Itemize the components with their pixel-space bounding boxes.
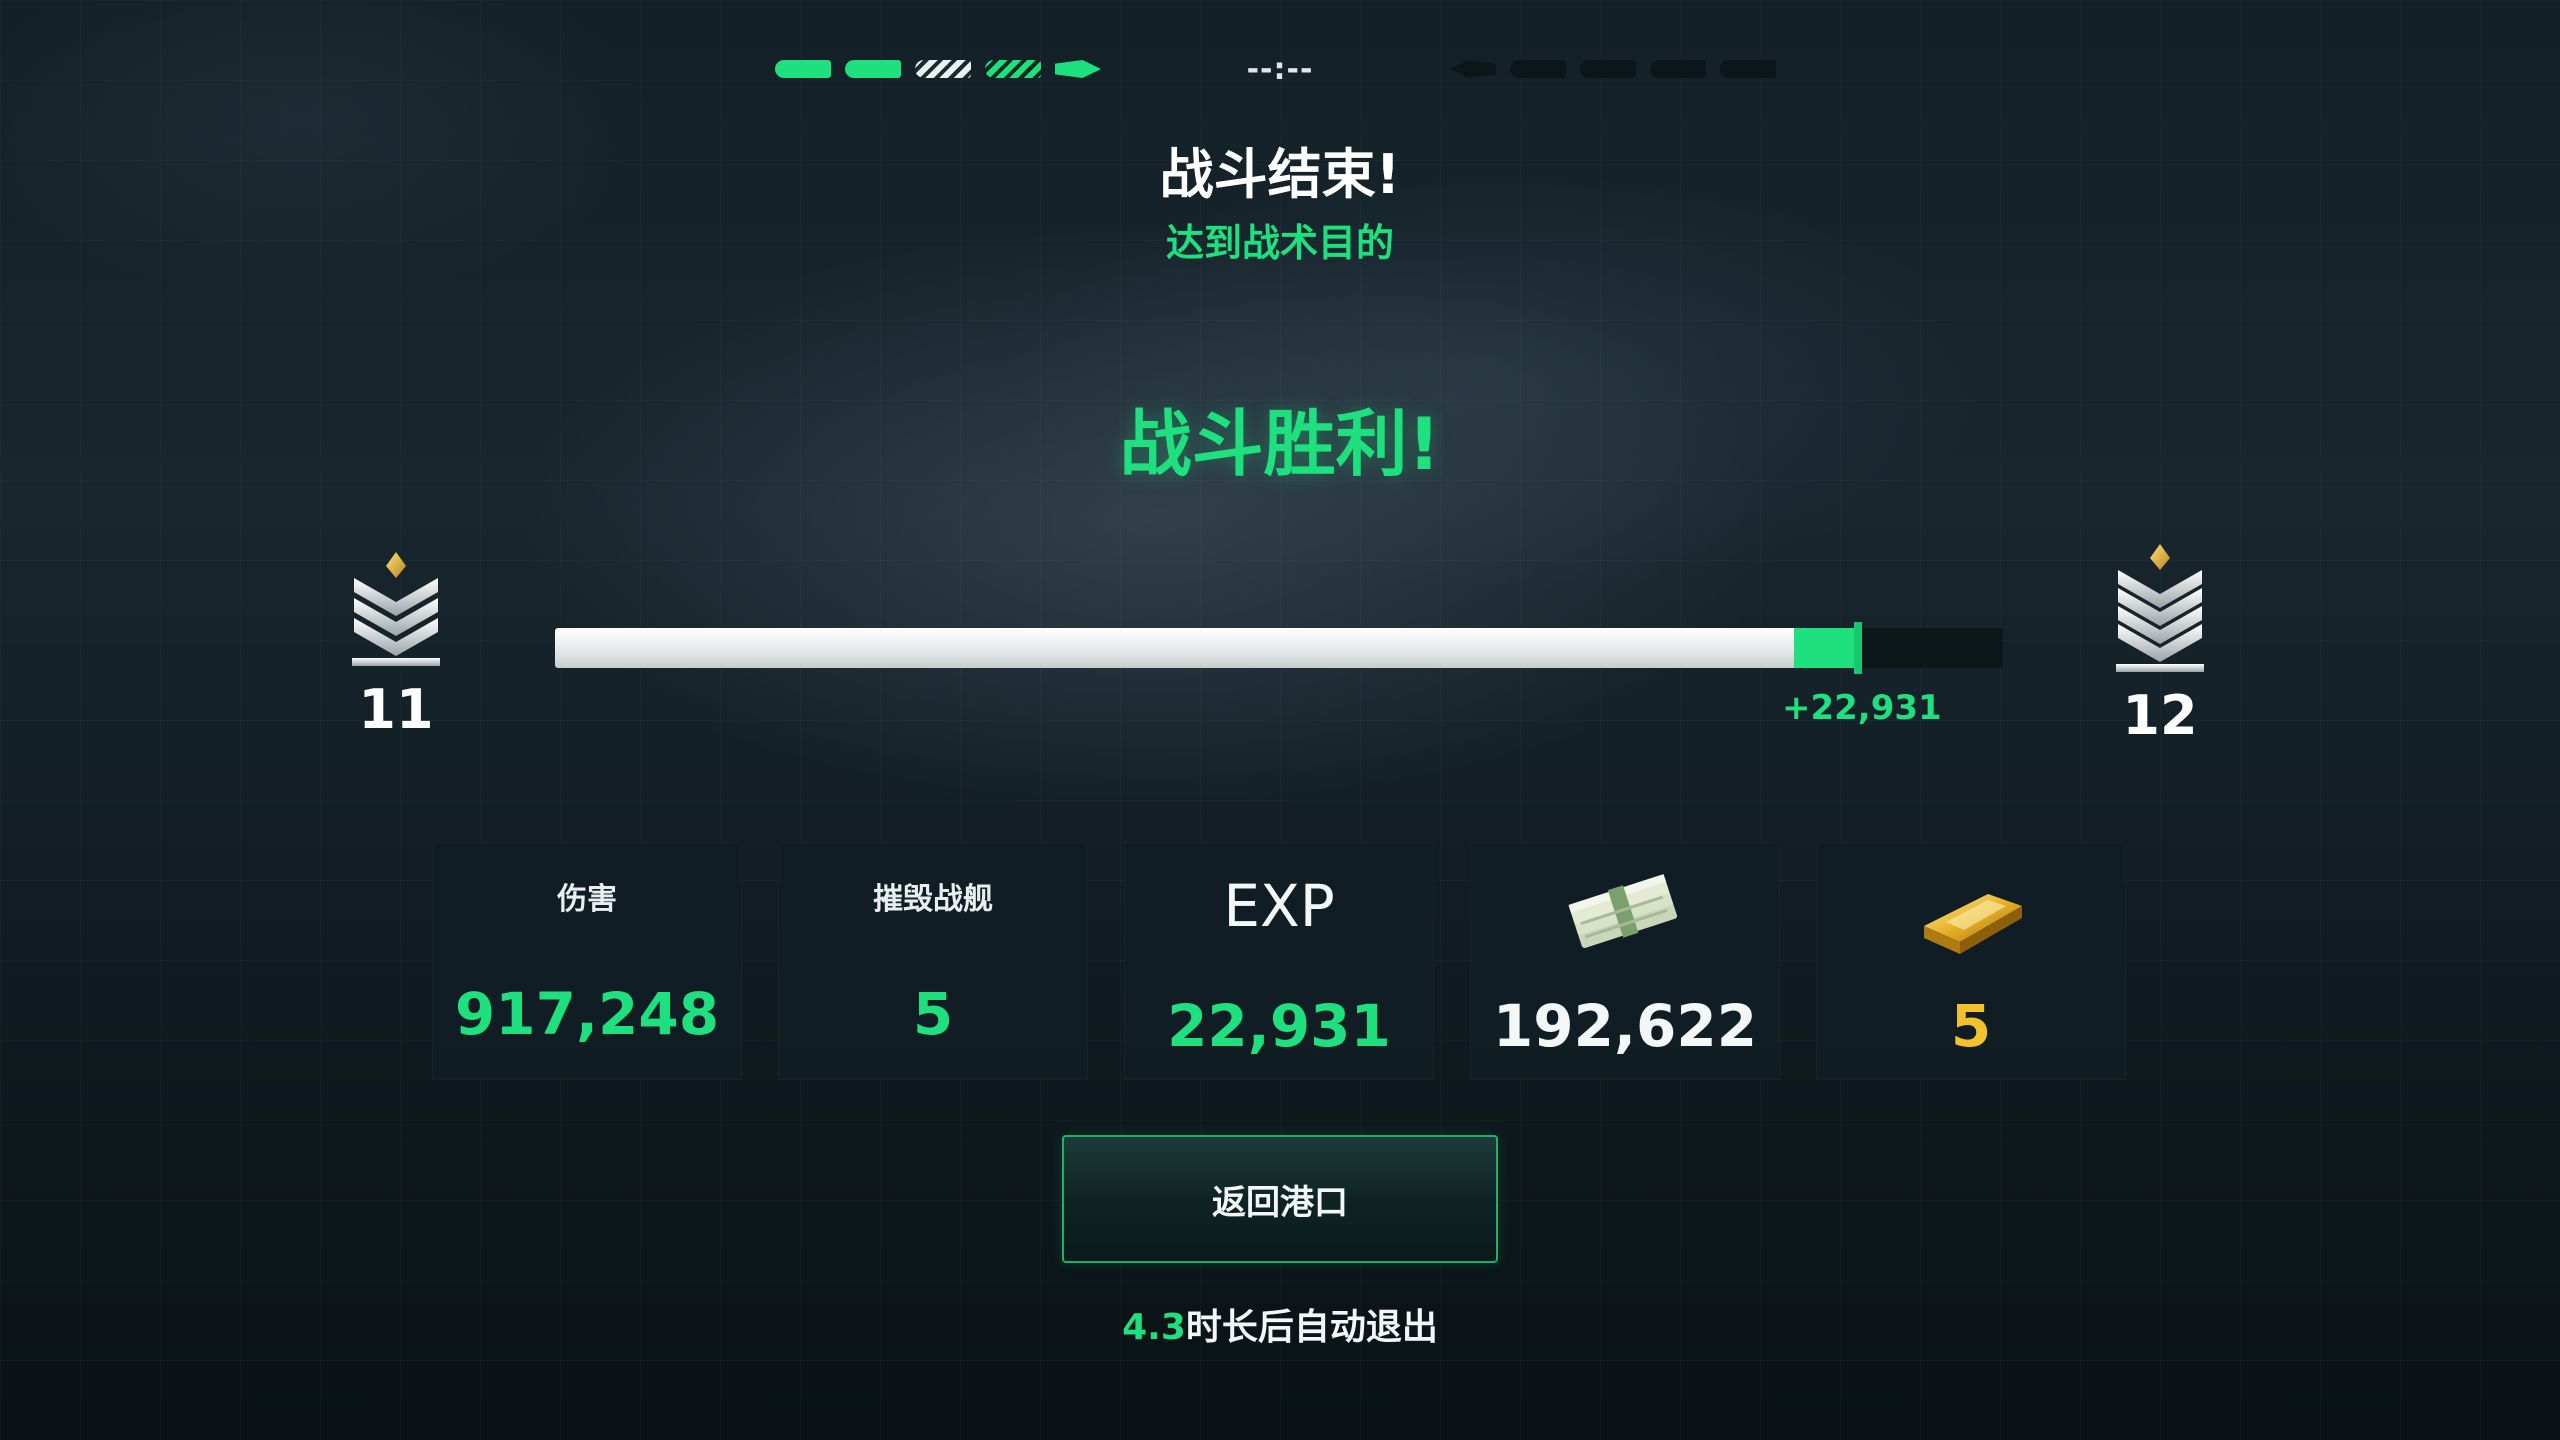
kills-card: 摧毁战舰 5 <box>778 842 1088 1080</box>
enemy-fleet-status <box>1450 60 1776 78</box>
current-rank: 11 <box>336 548 456 741</box>
enemy-ship-indicator <box>1450 60 1496 78</box>
ally-fleet-status <box>775 60 1101 78</box>
ally-ship-indicator <box>775 60 831 78</box>
enemy-ship-indicator <box>1510 60 1566 78</box>
auto-exit-notice: 4.3时长后自动退出 <box>0 1298 2560 1350</box>
exp-progress-marker <box>1854 622 1863 674</box>
gold-bar-icon <box>1924 894 2022 954</box>
victory-title: 战斗胜利! <box>1119 402 1441 486</box>
return-to-port-button[interactable]: 返回港口 <box>1062 1135 1498 1263</box>
enemy-ship-indicator <box>1650 60 1706 78</box>
ally-ship-indicator <box>985 60 1041 78</box>
ally-ship-indicator <box>845 60 901 78</box>
exp-card: EXP 22,931 <box>1124 842 1434 1080</box>
exp-progress-previous <box>555 628 1795 668</box>
kills-value: 5 <box>912 980 954 1048</box>
exp-gain-label: +22,931 <box>1782 688 1942 728</box>
ally-ship-indicator <box>1055 60 1101 78</box>
money-value: 192,622 <box>1492 992 1758 1060</box>
enemy-ship-indicator <box>1720 60 1776 78</box>
enemy-ship-indicator <box>1580 60 1636 78</box>
damage-label: 伤害 <box>557 882 617 917</box>
current-rank-level: 11 <box>358 678 434 741</box>
battle-timer: --:-- <box>1246 52 1314 87</box>
next-rank-level: 12 <box>2122 684 2198 747</box>
next-rank: 12 <box>2100 540 2220 747</box>
battle-over-title: 战斗结束! <box>1159 143 1401 206</box>
ally-ship-indicator <box>915 60 971 78</box>
chevron-rank-insignia-icon <box>2116 544 2204 672</box>
auto-exit-seconds: 4.3 <box>1122 1307 1186 1348</box>
gold-card: 5 <box>1816 842 2126 1080</box>
exp-label: EXP <box>1223 872 1335 940</box>
auto-exit-text: 时长后自动退出 <box>1185 1307 1438 1348</box>
reward-cards: 伤害 917,248 摧毁战舰 5 EXP 22,931 192,622 5 <box>432 842 2126 1080</box>
kills-label: 摧毁战舰 <box>873 882 993 917</box>
money-card: 192,622 <box>1470 842 1780 1080</box>
exp-progress-bar <box>555 622 2003 674</box>
damage-value: 917,248 <box>454 980 720 1048</box>
exp-value: 22,931 <box>1167 992 1391 1060</box>
damage-card: 伤害 917,248 <box>432 842 742 1080</box>
objective-status: 达到战术目的 <box>1165 221 1394 265</box>
exp-progress-gain <box>1794 628 1859 668</box>
chevron-rank-insignia-icon <box>352 552 440 666</box>
gold-value: 5 <box>1950 992 1992 1060</box>
cash-stack-icon <box>1568 874 1678 949</box>
